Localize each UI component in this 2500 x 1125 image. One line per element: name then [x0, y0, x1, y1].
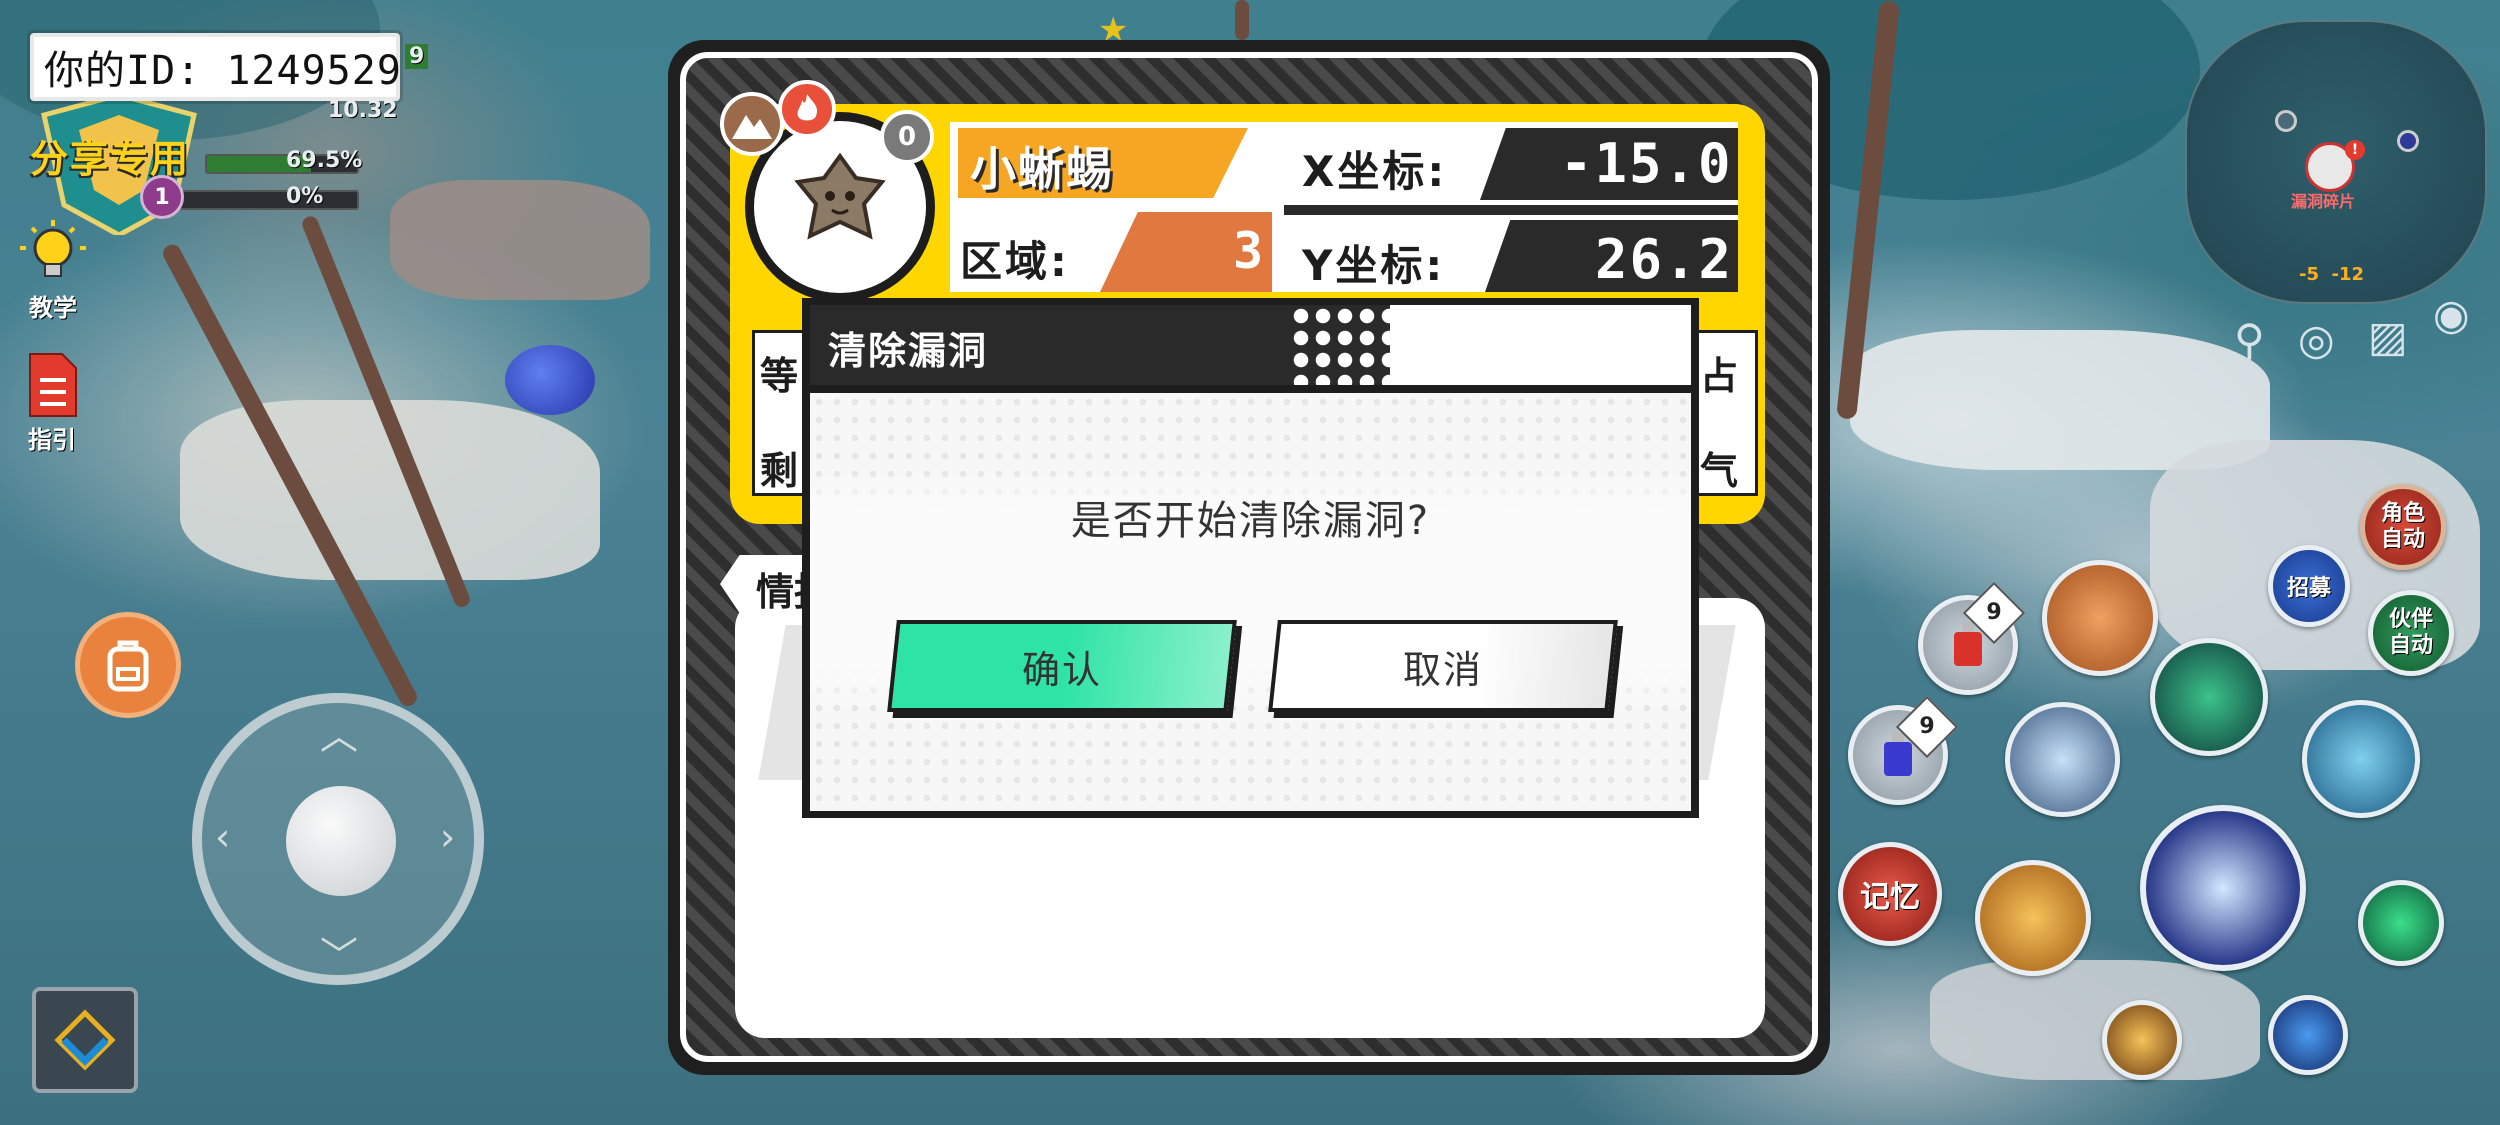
level-badge: 1: [140, 175, 184, 219]
fire-icon: [778, 80, 836, 138]
tutorial-label: 教学: [29, 294, 77, 322]
dialog-title: 清除漏洞: [828, 329, 989, 373]
secondary-percent: 0%: [286, 184, 324, 209]
minimap-location-label: 漏洞碎片: [2291, 192, 2356, 211]
creature-name: 小蜥蜴: [970, 142, 1114, 196]
stat-row2-right: 气: [1700, 449, 1739, 493]
memory-button[interactable]: 记忆: [1838, 842, 1942, 946]
map-icon[interactable]: ▨: [2368, 312, 2408, 361]
minimap-coords: -5 -12: [2299, 264, 2365, 285]
main-attack-button[interactable]: [2140, 805, 2306, 971]
skill-target-lock[interactable]: [2358, 880, 2444, 966]
swap-view-button[interactable]: [32, 987, 138, 1093]
secondary-bar: [175, 190, 359, 210]
cancel-button-label: 取消: [1402, 647, 1483, 692]
guide-button[interactable]: 指引: [22, 350, 82, 455]
minimap[interactable]: ! 漏洞碎片 -5 -12: [2185, 20, 2487, 304]
mountain-icon: [720, 92, 784, 156]
stat-row1-right: 占: [1700, 354, 1739, 398]
skill-power-fist[interactable]: [1975, 860, 2091, 976]
creature-portrait: [794, 152, 886, 240]
refresh-icon[interactable]: ◎: [2298, 315, 2335, 364]
partial-number: 9: [405, 44, 429, 69]
rock: [1930, 960, 2260, 1080]
confirm-button[interactable]: 确认: [887, 620, 1237, 712]
tutorial-button[interactable]: 教学: [18, 218, 88, 323]
player-id-text: 你的ID: 1249529: [44, 48, 402, 94]
char-auto-button[interactable]: 角色 自动: [2360, 484, 2446, 570]
dialog-header-accent: [1390, 305, 1691, 385]
dialog-message: 是否开始清除漏洞?: [1070, 498, 1431, 544]
skill-spear[interactable]: [2302, 700, 2420, 818]
confirm-button-label: 确认: [1021, 647, 1102, 692]
skill-green-slash[interactable]: [2150, 638, 2268, 756]
player-id-box: 你的ID: 1249529: [30, 33, 402, 101]
skill-dodge[interactable]: [2268, 995, 2348, 1075]
location-pin-icon[interactable]: ⚲: [2234, 315, 2265, 364]
recruit-button[interactable]: 招募: [2268, 545, 2350, 627]
region-value: 3: [1233, 222, 1264, 280]
partner-auto-label: 伙伴 自动: [2388, 607, 2433, 658]
chevron-right-icon: ›: [440, 815, 456, 859]
partner-auto-button[interactable]: 伙伴 自动: [2368, 590, 2454, 676]
stat-row1-left: 等: [760, 354, 799, 398]
blue-creature-sprite: [505, 345, 595, 415]
memory-label: 记忆: [1860, 880, 1920, 915]
tree-trunk: [1235, 0, 1249, 40]
rock: [390, 180, 650, 300]
eye-icon[interactable]: ◉: [2433, 290, 2470, 339]
lock-icon: 0: [880, 110, 934, 164]
x-coord-value: -15.0: [1560, 132, 1733, 195]
y-coord-value: 26.2: [1595, 228, 1734, 291]
partial-stat: 10.32: [328, 98, 398, 123]
cancel-button[interactable]: 取消: [1268, 620, 1618, 712]
stat-divider: [1284, 205, 1738, 215]
chevron-left-icon: ‹: [215, 815, 231, 859]
y-coord-label: Y坐标:: [1302, 241, 1446, 290]
backpack-icon: [107, 640, 149, 692]
stat-row2-left: 剩: [760, 449, 799, 493]
exp-percent: 69.5%: [286, 148, 363, 173]
document-icon: [29, 353, 77, 417]
backpack-button[interactable]: [75, 612, 181, 718]
chevron-up-icon: ︿: [320, 714, 359, 758]
guide-label: 指引: [28, 426, 76, 454]
minimap-marker: [2397, 130, 2419, 152]
lightbulb-icon: [20, 220, 86, 277]
minimap-marker: [2275, 110, 2297, 132]
char-auto-label: 角色 自动: [2380, 501, 2425, 552]
recruit-label: 招募: [2286, 576, 2331, 601]
chevron-down-icon: ﹀: [320, 934, 359, 978]
region-label: 区域:: [960, 237, 1070, 286]
joystick-knob[interactable]: [286, 786, 396, 896]
swap-icon: [54, 1009, 116, 1071]
x-coord-label: X坐标:: [1302, 147, 1448, 196]
skill-dash[interactable]: [2102, 1000, 2182, 1080]
skill-ice-strike[interactable]: [2005, 702, 2120, 817]
alert-icon: !: [2345, 140, 2365, 160]
skill-fire-orb[interactable]: [2042, 560, 2158, 676]
